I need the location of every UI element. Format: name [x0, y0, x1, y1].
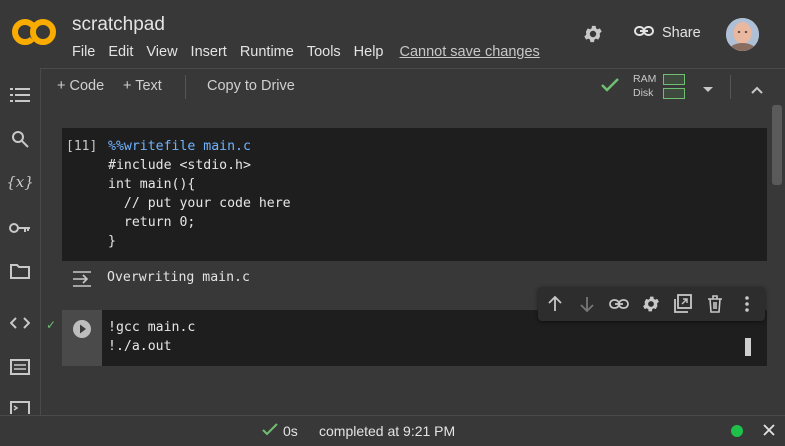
mirror-cell-icon[interactable] — [673, 294, 693, 314]
cell-output: Overwriting main.c — [107, 270, 250, 285]
copy-to-drive-button[interactable]: Copy to Drive — [207, 78, 295, 94]
disk-bar — [663, 87, 685, 99]
text-cursor — [745, 338, 751, 356]
add-text-button[interactable]: + Text — [123, 78, 162, 94]
code-line: !gcc main.c — [108, 320, 196, 335]
toolbar-divider — [730, 75, 731, 99]
delete-trash-icon[interactable] — [705, 294, 725, 314]
close-icon[interactable] — [762, 423, 776, 442]
status-check-icon — [262, 423, 278, 442]
cell-toolbar — [538, 287, 765, 321]
arrow-up-icon[interactable] — [545, 294, 565, 314]
arrow-down-icon[interactable] — [577, 294, 597, 314]
more-options-icon[interactable] — [737, 294, 757, 314]
menu-view[interactable]: View — [146, 44, 177, 60]
add-code-button[interactable]: + Code — [57, 78, 104, 94]
toolbar-divider — [185, 75, 186, 99]
link-icon — [634, 24, 654, 42]
connected-check-icon — [600, 77, 620, 98]
colab-logo[interactable] — [11, 16, 56, 48]
code-line: } — [108, 234, 116, 249]
code-line: #include <stdio.h> — [108, 158, 251, 173]
menu-insert[interactable]: Insert — [191, 44, 227, 60]
ram-label: RAM — [633, 73, 657, 85]
output-actions-icon[interactable] — [72, 270, 92, 288]
notebook-toolbar: + Code + Text Copy to Drive RAM Disk — [41, 68, 785, 106]
collapse-header-icon[interactable] — [751, 81, 763, 99]
resource-monitor[interactable]: RAM Disk — [633, 72, 685, 100]
variables-icon[interactable]: {x} — [6, 171, 34, 193]
menu-tools[interactable]: Tools — [307, 44, 341, 60]
menu-help[interactable]: Help — [354, 44, 384, 60]
connection-status-dot — [731, 425, 743, 437]
disk-label: Disk — [633, 87, 654, 99]
avatar[interactable] — [726, 18, 759, 51]
save-warning-link[interactable]: Cannot save changes — [400, 44, 540, 60]
share-button[interactable]: Share — [634, 24, 701, 42]
status-bar: 0s completed at 9:21 PM — [0, 415, 785, 446]
execution-duration: 0s — [283, 423, 298, 439]
ram-bar — [663, 73, 685, 85]
menu-edit[interactable]: Edit — [108, 44, 133, 60]
header: scratchpad File Edit View Insert Runtime… — [0, 0, 785, 68]
link-icon[interactable] — [609, 294, 629, 314]
terminal-icon[interactable] — [9, 400, 31, 414]
code-line: int main(){ — [108, 177, 196, 192]
cell-settings-gear-icon[interactable] — [641, 294, 661, 314]
executed-check-icon: ✓ — [46, 318, 57, 332]
left-sidebar: {x} — [0, 68, 41, 445]
menu-file[interactable]: File — [72, 44, 95, 60]
command-palette-icon[interactable] — [9, 356, 31, 378]
code-line: %%writefile main.c — [108, 139, 251, 154]
search-icon[interactable] — [9, 128, 31, 150]
menu-bar: File Edit View Insert Runtime Tools Help… — [72, 44, 553, 60]
code-line: // put your code here — [108, 196, 291, 211]
completion-status: completed at 9:21 PM — [319, 423, 456, 439]
secrets-key-icon[interactable] — [9, 217, 31, 239]
code-line: !./a.out — [108, 339, 172, 354]
scrollbar[interactable] — [772, 105, 782, 185]
execution-count: [11] — [66, 139, 98, 154]
settings-gear-icon[interactable] — [582, 23, 604, 45]
menu-runtime[interactable]: Runtime — [240, 44, 294, 60]
code-line: return 0; — [108, 215, 196, 230]
code-snippets-icon[interactable] — [9, 312, 31, 334]
run-cell-button[interactable] — [72, 319, 92, 339]
table-of-contents-icon[interactable] — [9, 84, 31, 106]
share-label: Share — [662, 25, 701, 41]
files-folder-icon[interactable] — [9, 260, 31, 282]
connect-dropdown-icon[interactable] — [702, 81, 714, 99]
notebook-title[interactable]: scratchpad — [72, 14, 165, 36]
